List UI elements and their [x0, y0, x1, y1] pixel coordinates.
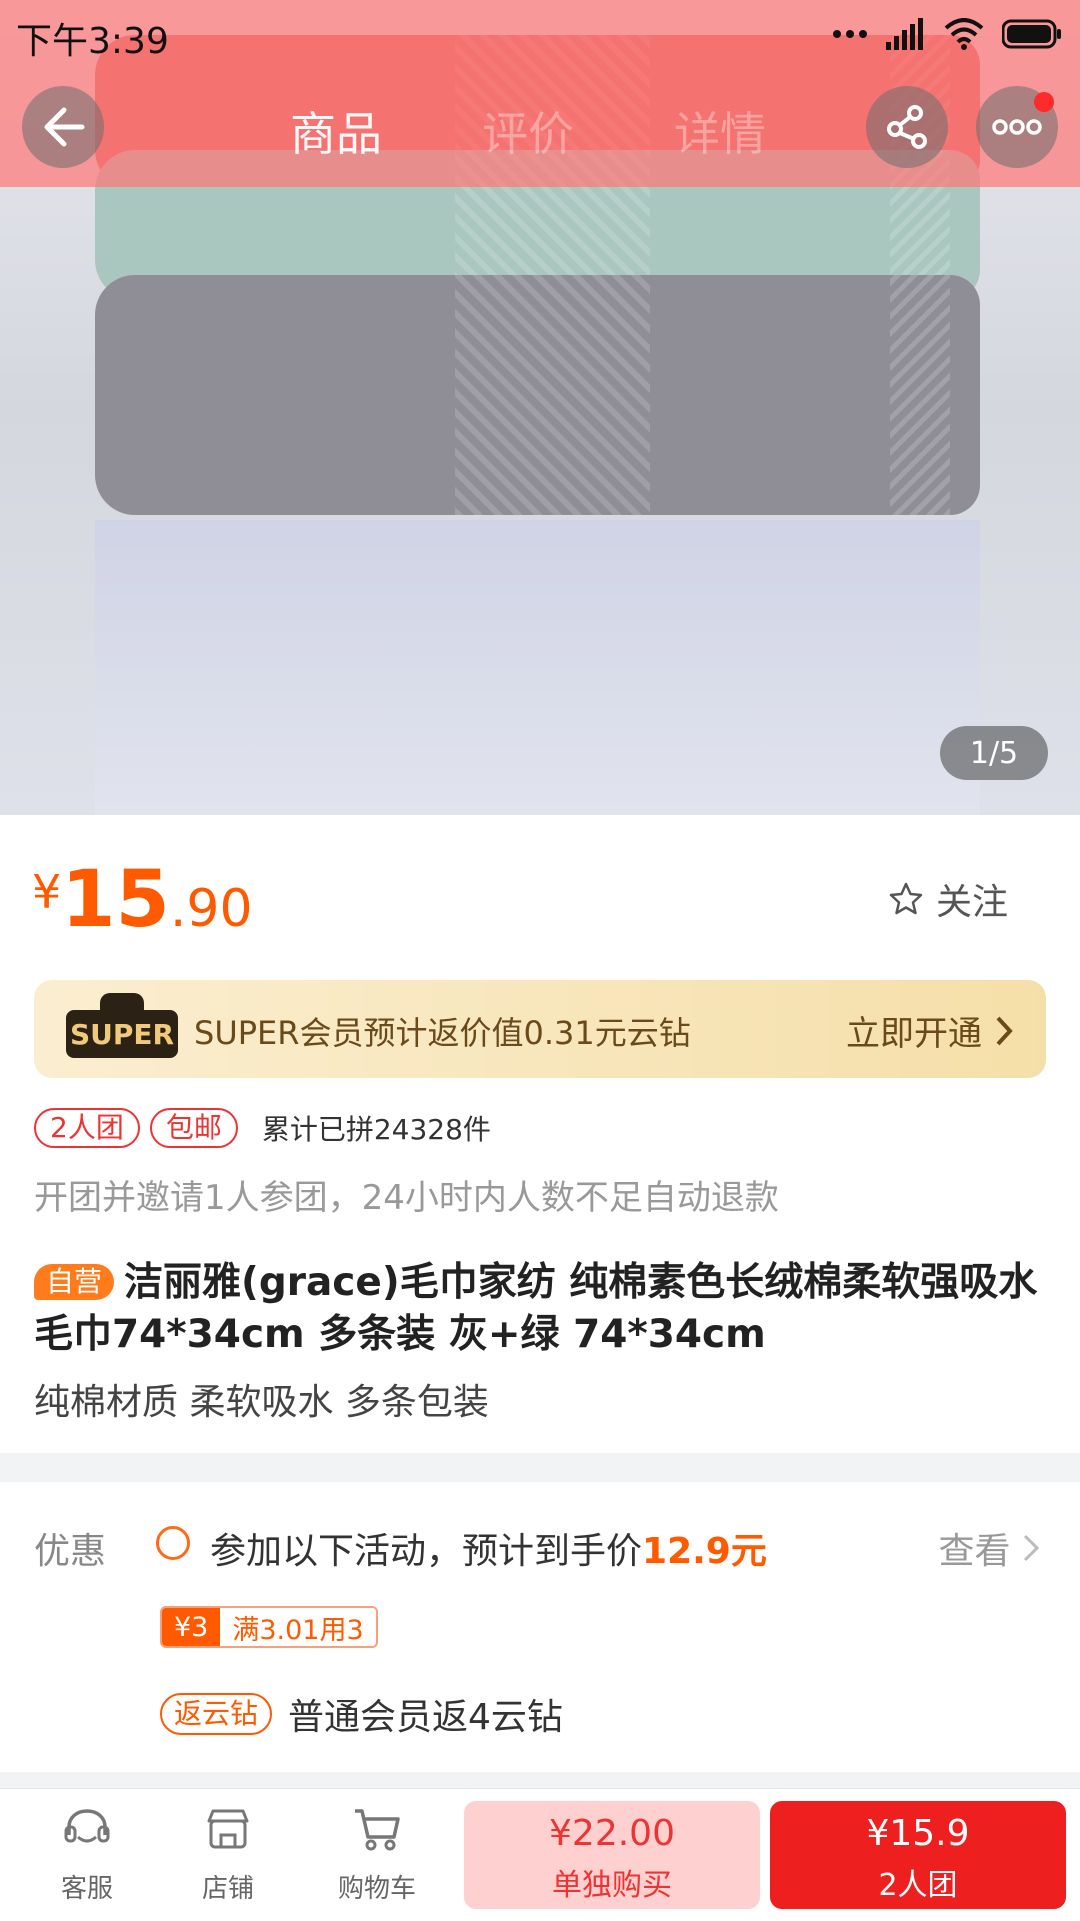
share-button[interactable]: [866, 86, 948, 168]
discount-icon: [156, 1526, 190, 1560]
self-operated-badge: 自营: [34, 1264, 115, 1300]
follow-button[interactable]: 关注: [888, 873, 1008, 925]
price: ¥15.90: [32, 855, 253, 945]
promo-view-button[interactable]: 查看: [939, 1522, 1040, 1574]
single-price: ¥22.00: [549, 1813, 675, 1854]
group-price: ¥15.9: [866, 1813, 970, 1854]
product-subtitle: 纯棉材质 柔软吸水 多条包装: [34, 1382, 489, 1423]
battery-icon: [1002, 19, 1061, 49]
more-icon: [992, 119, 1042, 135]
back-button[interactable]: [22, 86, 104, 168]
promo-label: 优惠: [34, 1531, 107, 1572]
towel-image-gray: [95, 275, 980, 515]
chevron-right-icon: [996, 1016, 1013, 1045]
super-open-label: 立即开通: [846, 1014, 982, 1054]
single-label: 单独购买: [552, 1868, 672, 1903]
tab-details[interactable]: 详情: [674, 98, 766, 164]
price-integer: 15: [61, 855, 170, 945]
tab-reviews[interactable]: 评价: [482, 98, 574, 164]
sold-count: 累计已拼24328件: [261, 1113, 491, 1146]
cart-button[interactable]: 购物车: [322, 1807, 432, 1905]
promotion-section[interactable]: 优惠 参加以下活动，预计到手价12.9元 查看 ¥3 满3.01用3 返云钻 普…: [0, 1482, 1080, 1772]
tag-row: 2人团 包邮 累计已拼24328件: [34, 1108, 491, 1148]
towel-reflection: [95, 520, 980, 815]
free-shipping-tag: 包邮: [149, 1108, 238, 1148]
rebate-row: 返云钻 普通会员返4云钻: [160, 1688, 563, 1740]
buy-group-button[interactable]: ¥15.9 2人团: [770, 1801, 1066, 1909]
customer-service-button[interactable]: 客服: [32, 1807, 142, 1905]
shop-icon: [207, 1809, 249, 1849]
star-icon: [889, 882, 923, 915]
status-bar: 下午3:39: [0, 0, 1080, 66]
shop-label: 店铺: [201, 1874, 254, 1904]
status-time: 下午3:39: [16, 21, 169, 62]
super-banner-text: SUPER会员预计返价值0.31元云钻: [194, 1014, 691, 1052]
super-logo: SUPER: [66, 1010, 178, 1058]
coupon-amount: ¥3: [162, 1608, 221, 1646]
group-tag: 2人团: [34, 1108, 140, 1148]
cart-icon: [355, 1809, 400, 1851]
header-tabs: 商品 评价 详情: [290, 98, 766, 164]
buy-single-button[interactable]: ¥22.00 单独购买: [464, 1801, 760, 1909]
wifi-icon: [944, 18, 984, 50]
promo-final-price: 12.9元: [642, 1531, 767, 1572]
group-tip: 开团并邀请1人参团，24小时内人数不足自动退款: [34, 1178, 779, 1218]
rebate-tag: 返云钻: [160, 1693, 273, 1735]
more-button[interactable]: [976, 86, 1058, 168]
arrow-left-icon: [44, 107, 85, 147]
bottom-action-bar: 客服 店铺 购物车 ¥22.00 单独购买 ¥15.9 2人团: [0, 1788, 1080, 1921]
group-label: 2人团: [878, 1868, 958, 1903]
price-decimal: .90: [169, 879, 253, 939]
product-title: 洁丽雅(grace)毛巾家纺 纯棉素色长绒棉柔软强吸水毛巾74*34cm 多条装…: [34, 1260, 1038, 1357]
product-info-section: ¥15.90 关注 SUPER SUPER会员预计返价值0.31元云钻 立即开通…: [0, 815, 1080, 1453]
coupon-tag[interactable]: ¥3 满3.01用3: [160, 1606, 378, 1648]
signal-icon: [886, 18, 923, 50]
share-icon: [887, 105, 927, 149]
promo-view-label: 查看: [938, 1531, 1011, 1572]
rebate-text: 普通会员返4云钻: [288, 1697, 563, 1738]
cart-label: 购物车: [337, 1874, 416, 1904]
super-member-banner[interactable]: SUPER SUPER会员预计返价值0.31元云钻 立即开通: [34, 980, 1046, 1078]
status-icons: [832, 16, 1062, 52]
tab-product[interactable]: 商品: [290, 98, 382, 164]
notification-dot: [1034, 92, 1054, 112]
promo-text: 参加以下活动，预计到手价12.9元: [210, 1522, 767, 1574]
follow-label: 关注: [935, 882, 1008, 923]
customer-service-icon: [64, 1809, 110, 1843]
chevron-right-icon: [1023, 1534, 1040, 1562]
dots-icon: [833, 30, 867, 38]
price-currency: ¥: [32, 865, 62, 919]
coupon-rule: 满3.01用3: [220, 1608, 376, 1646]
super-open-button[interactable]: 立即开通: [846, 1006, 1014, 1055]
image-pager: 1/5: [940, 726, 1048, 780]
shop-button[interactable]: 店铺: [173, 1807, 283, 1905]
customer-service-label: 客服: [60, 1874, 113, 1904]
product-title-block: 自营 洁丽雅(grace)毛巾家纺 纯棉素色长绒棉柔软强吸水毛巾74*34cm 多…: [34, 1257, 1044, 1361]
promo-text-prefix: 参加以下活动，预计到手价: [210, 1531, 643, 1572]
